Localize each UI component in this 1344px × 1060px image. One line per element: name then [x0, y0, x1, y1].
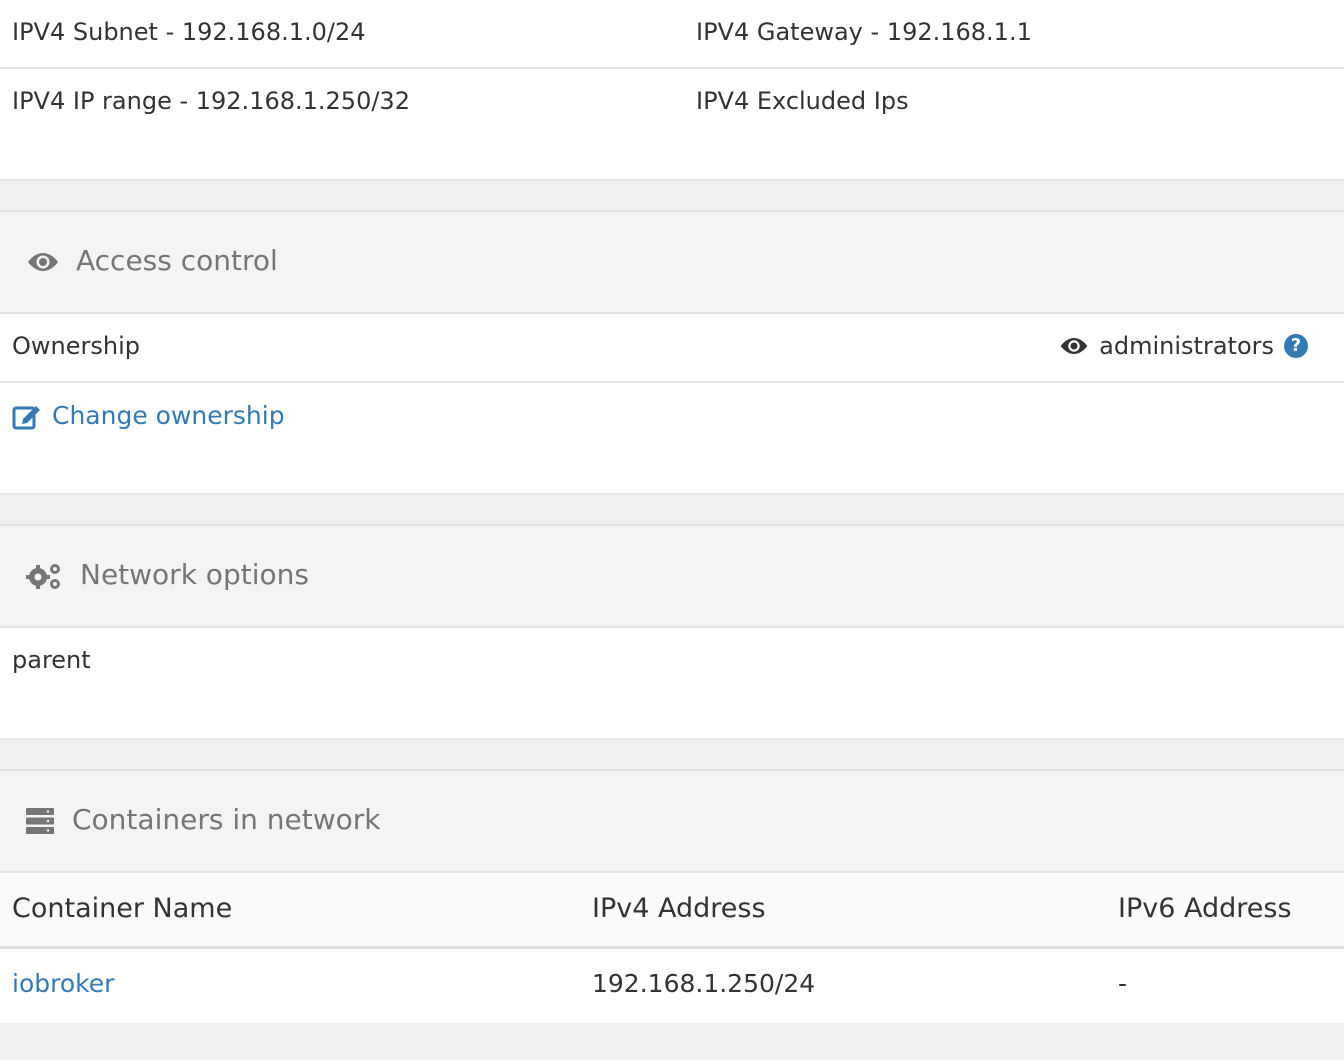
eye-icon — [1060, 338, 1088, 354]
change-ownership-link[interactable]: Change ownership — [12, 401, 285, 430]
ipv4-row-1: IPV4 Subnet - 192.168.1.0/24 IPV4 Gatewa… — [0, 0, 1344, 69]
section-gap — [0, 493, 1344, 524]
access-control-header: Access control — [0, 210, 1344, 314]
ownership-value-group: administrators ? — [1059, 332, 1308, 360]
container-ipv6-address: - — [1118, 969, 1128, 998]
edit-icon — [12, 405, 40, 429]
containers-title: Containers in network — [72, 803, 381, 836]
container-name-link[interactable]: iobroker — [12, 969, 114, 998]
table-row: iobroker 192.168.1.250/24 - — [0, 949, 1344, 1023]
ipv4-ip-range: IPV4 IP range - 192.168.1.250/32 — [12, 87, 410, 115]
section-gap — [0, 179, 1344, 210]
network-options-title: Network options — [80, 558, 309, 591]
ipv4-row-2: IPV4 IP range - 192.168.1.250/32 IPV4 Ex… — [0, 69, 1344, 179]
column-header-ipv6-address[interactable]: IPv6 Address — [1118, 893, 1292, 924]
ipv4-gateway: IPV4 Gateway - 192.168.1.1 — [696, 18, 1032, 46]
access-control-title: Access control — [76, 244, 278, 277]
ipv4-config-panel: IPV4 Subnet - 192.168.1.0/24 IPV4 Gatewa… — [0, 0, 1344, 179]
network-options-header: Network options — [0, 524, 1344, 628]
container-ipv4-address: 192.168.1.250/24 — [592, 969, 816, 998]
network-option-item: parent — [12, 646, 91, 674]
network-options-body: parent — [0, 628, 1344, 738]
ownership-row: Ownership administrators ? — [0, 314, 1344, 383]
access-control-body: Ownership administrators ? Change owners… — [0, 314, 1344, 493]
change-ownership-row: Change ownership — [0, 383, 1344, 493]
containers-table-header: Container Name IPv4 Address IPv6 Address — [0, 873, 1344, 949]
ownership-label: Ownership — [12, 332, 140, 360]
column-header-container-name[interactable]: Container Name — [12, 893, 232, 924]
column-header-ipv4-address[interactable]: IPv4 Address — [592, 893, 766, 924]
ownership-value: administrators — [1099, 332, 1274, 360]
containers-header: Containers in network — [0, 769, 1344, 873]
server-icon — [26, 808, 54, 834]
change-ownership-label: Change ownership — [52, 401, 285, 430]
ipv4-excluded-ips: IPV4 Excluded Ips — [696, 87, 909, 115]
section-gap — [0, 738, 1344, 769]
question-circle-icon[interactable]: ? — [1284, 334, 1308, 358]
cogs-icon — [26, 564, 60, 589]
ipv4-subnet: IPV4 Subnet - 192.168.1.0/24 — [12, 18, 366, 46]
eye-icon — [28, 253, 58, 271]
